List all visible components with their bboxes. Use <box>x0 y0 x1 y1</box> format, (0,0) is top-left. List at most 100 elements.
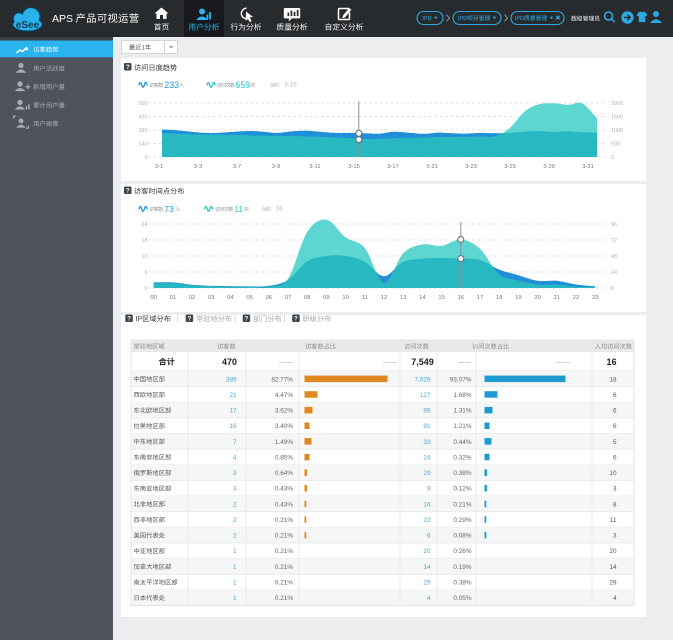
svg-text:19: 19 <box>515 295 521 301</box>
svg-text:1.21%: 1.21% <box>453 423 471 430</box>
svg-text:0.08%: 0.08% <box>453 533 471 540</box>
svg-text:0.26%: 0.26% <box>453 548 471 555</box>
svg-text:3.40%: 3.40% <box>275 423 293 430</box>
svg-text:24: 24 <box>142 222 148 228</box>
svg-text:16: 16 <box>423 501 431 508</box>
svg-text:3-31: 3-31 <box>582 164 594 170</box>
svg-text:82.77%: 82.77% <box>271 376 293 383</box>
svg-text:0.21%: 0.21% <box>275 517 293 524</box>
svg-text:01: 01 <box>170 295 176 301</box>
svg-text:1: 1 <box>233 564 237 571</box>
svg-text:6: 6 <box>613 408 617 415</box>
svg-text:09: 09 <box>323 295 329 301</box>
svg-text:00: 00 <box>150 295 156 301</box>
svg-text:0.43%: 0.43% <box>275 486 293 493</box>
svg-text:9: 9 <box>427 486 431 493</box>
svg-text:22: 22 <box>573 295 579 301</box>
svg-text:24: 24 <box>611 270 617 276</box>
svg-text:0: 0 <box>145 155 148 161</box>
svg-text:29: 29 <box>423 580 431 587</box>
svg-text:23: 23 <box>592 295 598 301</box>
svg-text:3: 3 <box>613 533 617 540</box>
svg-text:08: 08 <box>304 295 310 301</box>
svg-text:10: 10 <box>342 295 348 301</box>
svg-text:24: 24 <box>423 455 431 462</box>
svg-text:3-29: 3-29 <box>543 164 555 170</box>
svg-text:?: ? <box>127 316 131 323</box>
svg-text:1000: 1000 <box>611 128 623 134</box>
svg-text:07: 07 <box>285 295 291 301</box>
svg-text:73: 73 <box>164 204 174 214</box>
svg-text:3-17: 3-17 <box>387 164 399 170</box>
svg-text:1500: 1500 <box>611 115 623 121</box>
svg-text:6: 6 <box>613 455 617 462</box>
svg-text:20: 20 <box>534 295 540 301</box>
svg-text:4: 4 <box>427 595 431 602</box>
svg-text:6: 6 <box>613 423 617 430</box>
svg-text:3: 3 <box>233 470 237 477</box>
svg-text:?: ? <box>245 316 249 323</box>
svg-text:17: 17 <box>229 408 237 415</box>
svg-text:6: 6 <box>613 392 617 399</box>
svg-text:140: 140 <box>139 142 148 148</box>
svg-text:0.44%: 0.44% <box>453 439 471 446</box>
svg-text:12: 12 <box>381 295 387 301</box>
svg-text:16: 16 <box>606 357 616 367</box>
svg-text:14: 14 <box>423 564 431 571</box>
svg-text:2: 2 <box>233 533 237 540</box>
svg-text:127: 127 <box>420 392 431 399</box>
svg-text:06: 06 <box>266 295 272 301</box>
svg-text:233: 233 <box>164 80 179 90</box>
svg-text:—: — <box>383 359 390 366</box>
svg-text:500: 500 <box>611 142 620 148</box>
svg-text:389: 389 <box>226 376 237 383</box>
svg-text:99: 99 <box>423 408 431 415</box>
svg-text:?: ? <box>126 64 130 71</box>
svg-text:0.05%: 0.05% <box>453 595 471 602</box>
svg-text:0: 0 <box>611 286 614 292</box>
svg-text:3-15: 3-15 <box>348 164 360 170</box>
svg-text:29: 29 <box>423 470 431 477</box>
svg-text:3-25: 3-25 <box>504 164 516 170</box>
svg-text:03: 03 <box>208 295 214 301</box>
svg-text:91: 91 <box>423 423 431 430</box>
svg-text:—: — <box>556 359 563 366</box>
svg-text:16: 16 <box>458 295 464 301</box>
svg-text:21: 21 <box>229 392 237 399</box>
svg-text:48: 48 <box>611 254 617 260</box>
svg-text:1: 1 <box>233 548 237 555</box>
svg-text:0.12%: 0.12% <box>453 486 471 493</box>
svg-text:470: 470 <box>222 357 237 367</box>
svg-text:7,549: 7,549 <box>411 357 434 367</box>
svg-text:18: 18 <box>142 238 148 244</box>
svg-text:?: ? <box>126 188 130 195</box>
svg-text:29: 29 <box>609 580 617 587</box>
svg-text:0: 0 <box>145 286 148 292</box>
svg-text:2000: 2000 <box>611 101 623 107</box>
svg-text:3: 3 <box>613 486 617 493</box>
svg-text:72: 72 <box>611 238 617 244</box>
svg-text:14: 14 <box>419 295 426 301</box>
svg-text:0.38%: 0.38% <box>453 470 471 477</box>
svg-text:1.49%: 1.49% <box>275 439 293 446</box>
svg-text:—: — <box>564 359 571 366</box>
svg-text:0.21%: 0.21% <box>275 533 293 540</box>
svg-text:0.21%: 0.21% <box>275 580 293 587</box>
svg-text:3-1: 3-1 <box>155 164 163 170</box>
svg-text:7,026: 7,026 <box>415 376 431 383</box>
svg-text:3-11: 3-11 <box>309 164 320 170</box>
svg-text:14: 14 <box>609 564 617 571</box>
svg-text:13: 13 <box>400 295 406 301</box>
svg-text:420: 420 <box>139 115 148 121</box>
svg-text:0.21%: 0.21% <box>275 595 293 602</box>
svg-text:18: 18 <box>609 376 617 383</box>
svg-text:0.21%: 0.21% <box>453 501 471 508</box>
svg-text:2: 2 <box>233 501 237 508</box>
svg-text:11: 11 <box>235 205 244 214</box>
svg-text:0.19%: 0.19% <box>453 564 471 571</box>
svg-text:20: 20 <box>609 548 617 555</box>
svg-text:0.29%: 0.29% <box>453 517 471 524</box>
svg-text:3-23: 3-23 <box>465 164 477 170</box>
svg-text:0.21%: 0.21% <box>275 564 293 571</box>
svg-text:—: — <box>391 359 398 366</box>
